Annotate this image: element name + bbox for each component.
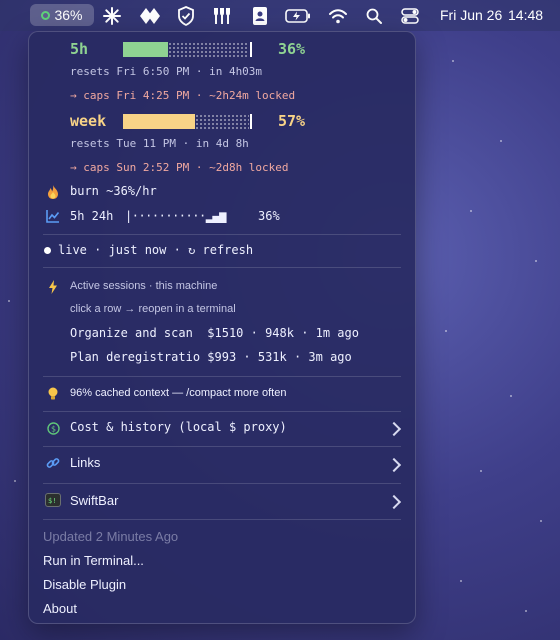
- week-window-label: week: [70, 112, 107, 130]
- dollar-coin-icon: $: [46, 421, 60, 435]
- burn-rate: burn ~36%/hr: [70, 184, 157, 198]
- separator: [43, 234, 401, 235]
- links-label: Links: [70, 455, 101, 470]
- session-row[interactable]: Organize and scan $1510 · 948k · 1m ago: [70, 326, 359, 340]
- week-percent: 57%: [278, 112, 306, 130]
- menubar-date[interactable]: Fri Jun 26: [440, 7, 502, 23]
- trend-chart-icon: [46, 209, 60, 223]
- forks-icon[interactable]: [212, 6, 232, 26]
- usage-status-item[interactable]: 36%: [30, 4, 94, 26]
- session-caps-warning: → caps Fri 4:25 PM · ~2h24m locked: [70, 89, 296, 102]
- week-resets: resets Tue 11 PM · in 4d 8h: [70, 137, 249, 150]
- cost-history-label: Cost & history (local $ proxy): [70, 420, 287, 434]
- trend-label: 5h 24h: [70, 209, 114, 223]
- contact-card-icon[interactable]: [250, 6, 270, 26]
- session-resets: resets Fri 6:50 PM · in 4h03m: [70, 65, 263, 78]
- wifi-icon[interactable]: [328, 6, 348, 26]
- battery-icon[interactable]: [285, 6, 311, 26]
- shield-icon[interactable]: [176, 6, 196, 26]
- separator: [43, 376, 401, 377]
- separator: [43, 267, 401, 268]
- updated-timestamp: Updated 2 Minutes Ago: [43, 529, 179, 544]
- separator: [43, 519, 401, 520]
- search-icon[interactable]: [364, 6, 384, 26]
- swiftbar-label: SwiftBar: [70, 493, 119, 508]
- svg-text:$: $: [50, 424, 55, 433]
- separator: [43, 411, 401, 412]
- usage-dropdown-menu: 5h 36% resets Fri 6:50 PM · in 4h03m → c…: [28, 31, 416, 624]
- week-usage-bar: [123, 114, 252, 129]
- usage-status-label: 36%: [54, 7, 83, 23]
- fire-icon: [46, 185, 60, 199]
- run-in-terminal-menu-item[interactable]: Run in Terminal...: [43, 553, 144, 568]
- cache-context-note: 96% cached context — /compact more often: [70, 387, 287, 399]
- menu-bar: 36% Fri Jun 26 14:48: [0, 0, 560, 31]
- control-center-icon[interactable]: [400, 6, 420, 26]
- separator: [43, 483, 401, 484]
- session-window-label: 5h: [70, 40, 89, 58]
- sessions-hint: click a row → reopen in a terminal: [70, 303, 236, 315]
- lightbulb-icon: [46, 387, 60, 401]
- trend-sparkline: |···········▂▄▆: [125, 209, 226, 223]
- swiftbar-menu-item[interactable]: $! SwiftBar: [29, 485, 415, 515]
- chevron-right-icon: [386, 457, 402, 473]
- session-percent: 36%: [278, 40, 306, 58]
- link-icon: [46, 456, 60, 470]
- separator: [43, 446, 401, 447]
- session-usage-bar: [123, 42, 252, 57]
- chevron-right-icon: [386, 421, 402, 437]
- sessions-header: Active sessions · this machine: [70, 280, 218, 292]
- about-menu-item[interactable]: About: [43, 601, 77, 616]
- trend-percent: 36%: [258, 209, 280, 223]
- week-caps-warning: → caps Sun 2:52 PM · ~2d8h locked: [70, 161, 289, 174]
- cost-history-menu-item[interactable]: $ Cost & history (local $ proxy): [29, 413, 415, 443]
- links-menu-item[interactable]: Links: [29, 448, 415, 478]
- chevron-right-icon: [386, 494, 402, 510]
- live-status-refresh[interactable]: live · just now · ↻ refresh: [58, 243, 253, 257]
- live-dot-icon: [44, 247, 51, 254]
- terminal-app-icon: $!: [45, 493, 61, 507]
- session-row[interactable]: Plan deregistratio $993 · 531k · 3m ago: [70, 350, 352, 364]
- diamond-icon[interactable]: [140, 6, 160, 26]
- sparkle-icon[interactable]: [102, 6, 122, 26]
- lightning-icon: [46, 280, 60, 294]
- usage-ring-icon: [41, 10, 51, 20]
- svg-text:$!: $!: [48, 497, 56, 504]
- disable-plugin-menu-item[interactable]: Disable Plugin: [43, 577, 126, 592]
- menubar-time[interactable]: 14:48: [508, 7, 543, 23]
